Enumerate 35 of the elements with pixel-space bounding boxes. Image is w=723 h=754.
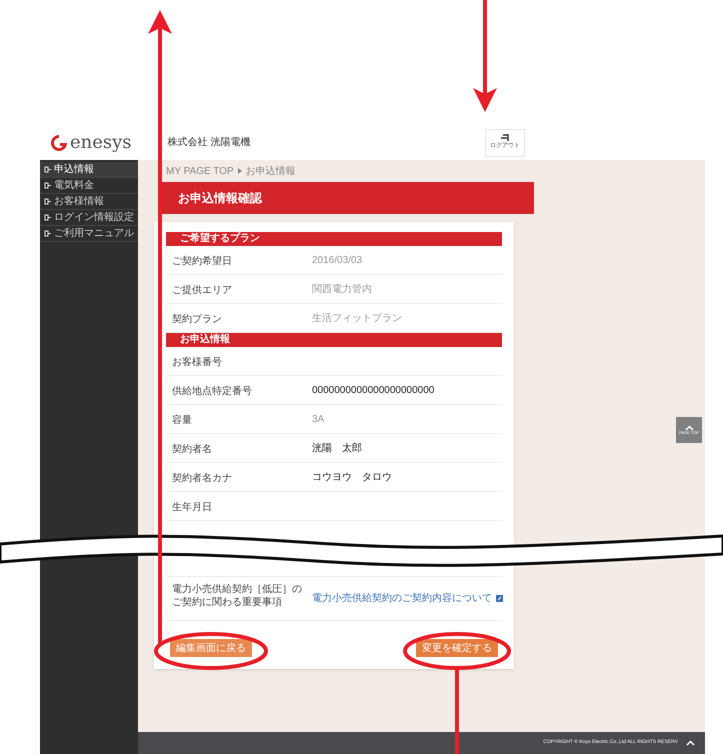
section-title: ご希望するプラン <box>180 234 260 244</box>
section-title: お申込情報 <box>180 335 230 345</box>
field-label: ご提供エリア <box>172 285 232 298</box>
arrow-box-icon <box>44 198 51 205</box>
chevron-up-icon <box>686 740 695 746</box>
field-label: 容量 <box>172 415 192 428</box>
field-value: 洸陽 太郎 <box>312 442 362 456</box>
chevron-right-icon <box>238 168 242 174</box>
field-label: 契約プラン <box>172 314 222 326</box>
logout-icon <box>500 134 510 142</box>
field-value: 生活フィットプラン <box>312 312 402 326</box>
arrow-box-icon <box>44 166 51 173</box>
arrow-box-icon <box>44 214 51 221</box>
page-title: お申込情報確認 <box>178 190 262 207</box>
field-label: 電力小売供給契約［低圧］のご契約に関わる重要事項 <box>172 584 303 610</box>
sidebar-item[interactable]: 申込情報 <box>40 162 138 178</box>
field-label: 契約者名カナ <box>172 473 232 486</box>
field-label: ご契約希望日 <box>172 256 232 268</box>
chevron-up-icon <box>684 425 694 431</box>
field-label: 契約者名 <box>172 444 212 456</box>
field-label: 生年月日 <box>172 502 212 514</box>
external-link-icon <box>496 595 503 602</box>
company-name: 株式会社 洸陽電機 <box>168 136 250 150</box>
field-value: 3A <box>312 412 324 426</box>
field-label: お客様番号 <box>172 357 222 370</box>
field-value: 0000000000000000000000 <box>312 384 434 398</box>
logo-text: enesys <box>70 134 132 152</box>
contract-link[interactable]: 電力小売供給契約のご契約内容について <box>312 591 503 606</box>
logo-swirl-icon <box>48 132 70 152</box>
field-label: 供給地点特定番号 <box>172 386 252 398</box>
field-value: 関西電力管内 <box>312 282 372 296</box>
arrow-box-icon <box>44 230 51 237</box>
arrow-box-icon <box>44 182 51 189</box>
field-value: コウヨウ タロウ <box>312 470 392 484</box>
field-value: 2016/03/03 <box>312 254 362 268</box>
